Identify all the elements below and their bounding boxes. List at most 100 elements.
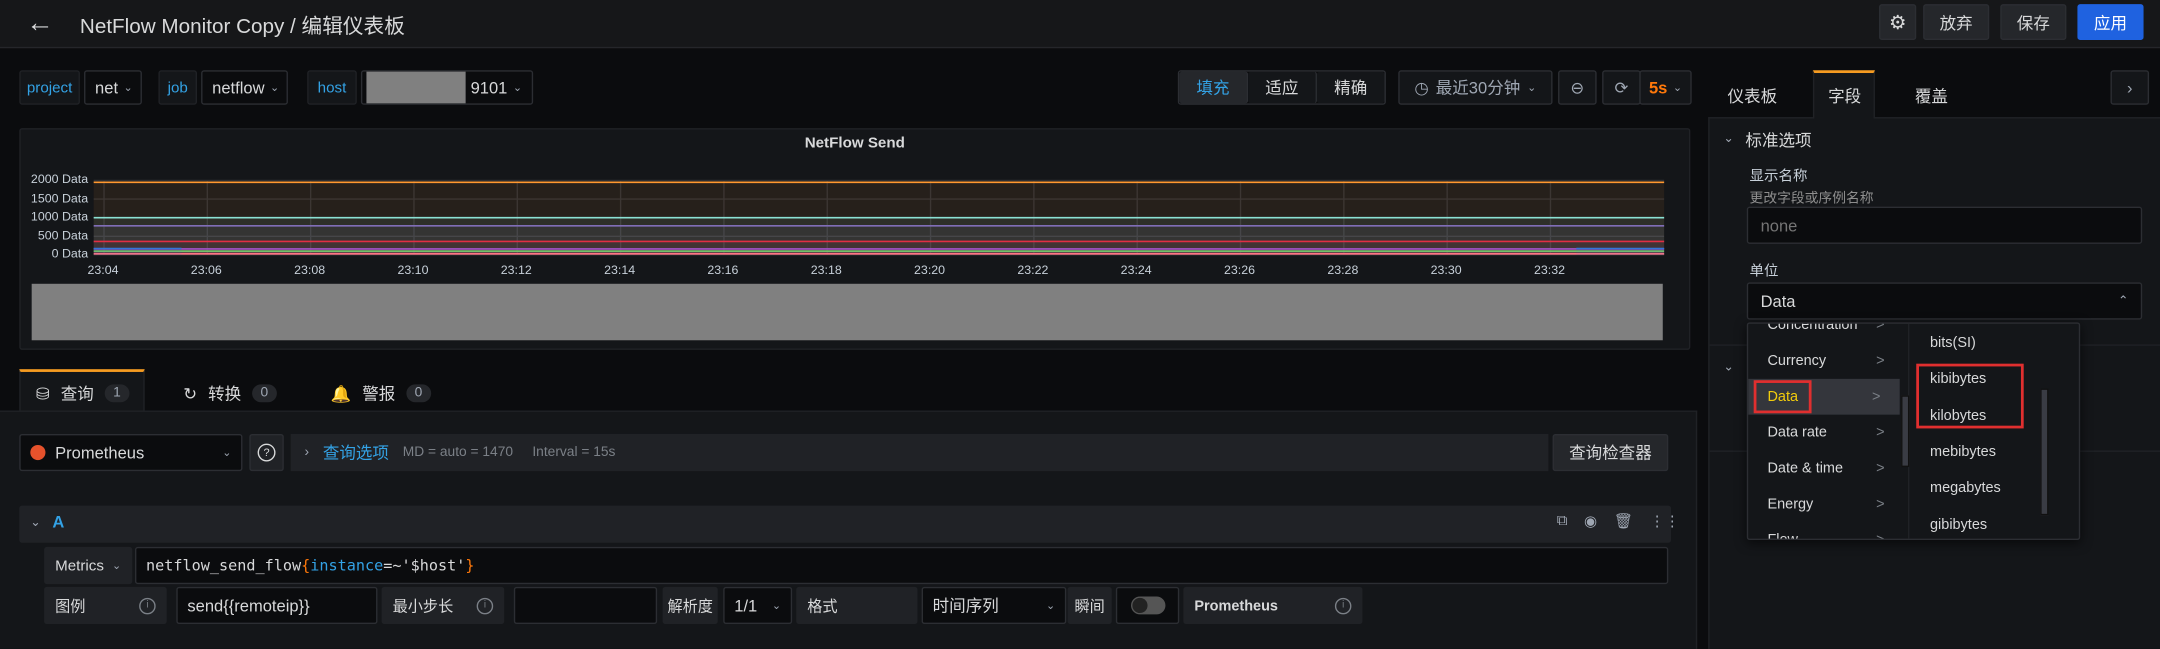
unit-category-item[interactable]: Date & time >: [1748, 450, 1904, 486]
metrics-label-text: Metrics: [55, 557, 104, 574]
chevron-down-icon: ⌄: [771, 599, 782, 612]
section-title[interactable]: 标准选项: [1745, 128, 1811, 151]
category-label: Concentration: [1767, 322, 1858, 334]
x-tick-label: 23:24: [1120, 263, 1152, 277]
info-icon[interactable]: i: [1334, 597, 1352, 614]
tab-label: 警报: [362, 384, 396, 404]
collapse-chevron-icon[interactable]: ⌄: [30, 515, 40, 530]
tab-overrides[interactable]: 覆盖: [1915, 84, 1948, 107]
tab-field[interactable]: 字段: [1828, 84, 1861, 107]
instant-toggle[interactable]: [1115, 586, 1180, 625]
drag-handle-icon[interactable]: ⋮⋮: [1650, 512, 1680, 531]
min-step-label: 最小步长 i: [381, 586, 505, 625]
x-tick-label: 23:32: [1533, 263, 1565, 277]
highlight-box-units: [1916, 363, 2024, 429]
chevron-down-icon: ⌄: [222, 446, 232, 459]
chevron-right-icon: >: [1871, 388, 1881, 406]
tab-transform[interactable]: ↻ 转换 0: [183, 382, 277, 405]
gear-icon: ⚙: [1888, 10, 1907, 33]
count-badge: 0: [406, 384, 431, 403]
unit-category-item[interactable]: Currency >: [1748, 343, 1904, 379]
tab-panel[interactable]: 仪表板: [1728, 84, 1778, 107]
resolution-select[interactable]: 1/1 ⌄: [723, 586, 793, 625]
trash-icon[interactable]: 🗑: [1614, 512, 1633, 531]
unit-option[interactable]: mebibytes: [1911, 434, 2035, 470]
expr-op: =~: [383, 556, 402, 575]
series-area: [1576, 248, 1665, 255]
resolution-value: 1/1: [734, 595, 758, 616]
expr-brace: {: [301, 556, 311, 575]
highlight-box-data: [1753, 380, 1812, 414]
datasource-badge: Prometheus i: [1183, 586, 1363, 625]
datasource-name: Prometheus: [55, 442, 145, 463]
redacted-legend: [31, 283, 1663, 341]
unit-category-item[interactable]: Data rate >: [1748, 415, 1904, 451]
display-name-description: 更改字段或序例名称: [1749, 191, 1874, 207]
apply-button[interactable]: 应用: [2077, 4, 2144, 40]
question-icon: ?: [257, 443, 276, 462]
chevron-right-icon: >: [1876, 424, 1885, 441]
resolution-label: 解析度: [662, 586, 718, 625]
display-name-input[interactable]: [1746, 206, 2143, 244]
x-tick-label: 23:22: [1017, 263, 1049, 277]
unit-option[interactable]: gibibytes: [1911, 506, 2035, 538]
x-tick-label: 23:28: [1327, 263, 1359, 277]
y-tick-label: 1500 Data: [30, 190, 89, 205]
legend-input[interactable]: send{{remoteip}}: [176, 586, 378, 625]
save-button[interactable]: 保存: [2000, 4, 2067, 40]
chevron-right-icon: >: [1876, 322, 1885, 334]
section-chevron-icon[interactable]: ⌄: [1723, 360, 1733, 375]
y-tick-label: 0 Data: [51, 246, 89, 261]
chevron-down-icon: ⌄: [1046, 599, 1056, 612]
unit-category-item[interactable]: Flow >: [1748, 522, 1904, 539]
eye-icon[interactable]: ◉: [1584, 512, 1597, 531]
discard-button[interactable]: 放弃: [1923, 4, 1990, 40]
query-row-header[interactable]: [19, 505, 1672, 543]
section-chevron-icon[interactable]: ⌄: [1723, 131, 1733, 146]
unit-dropdown: Concentration > Currency > Data > Data rate > Da…: [1746, 322, 2081, 541]
expr-metric: netflow_send_flow: [146, 556, 302, 575]
prometheus-logo-icon: [30, 444, 46, 461]
query-options-bar[interactable]: › 查询选项 MD = auto = 1470 Interval = 15s: [290, 433, 1549, 472]
chevron-right-icon: >: [1876, 532, 1884, 539]
x-tick-label: 23:16: [707, 263, 739, 277]
datasource-picker[interactable]: Prometheus ⌄: [19, 433, 243, 472]
duplicate-icon[interactable]: ⧉: [1557, 512, 1568, 530]
expr-value: '$host': [401, 556, 466, 575]
bell-icon: 🔔: [330, 383, 352, 403]
info-icon[interactable]: i: [476, 597, 494, 614]
metrics-label[interactable]: Metrics ⌄: [44, 546, 133, 585]
unit-select[interactable]: Data ⌃: [1746, 282, 2143, 320]
query-inspector-button[interactable]: 查询检查器: [1552, 433, 1669, 472]
unit-option[interactable]: megabytes: [1911, 470, 2035, 506]
query-options-link[interactable]: 查询选项: [323, 441, 389, 464]
category-label: Date & time: [1767, 460, 1844, 477]
format-select[interactable]: 时间序列 ⌄: [921, 586, 1067, 625]
unit-category-list: Concentration > Currency > Data > Data rate > Da…: [1748, 322, 1910, 539]
chevron-down-icon: ⌄: [111, 559, 122, 572]
chevron-right-icon: ›: [2127, 77, 2133, 98]
series-area: [93, 248, 182, 255]
count-badge: 1: [104, 384, 129, 403]
min-step-input[interactable]: [513, 586, 658, 625]
help-button[interactable]: ?: [249, 433, 284, 472]
chevron-right-icon: >: [1876, 495, 1885, 513]
unit-option[interactable]: bits(SI): [1911, 325, 2035, 361]
unit-category-item[interactable]: Concentration >: [1748, 322, 1904, 343]
x-tick-label: 23:18: [810, 263, 842, 277]
tab-alert[interactable]: 🔔 警报 0: [331, 382, 431, 405]
display-name-label: 显示名称: [1749, 168, 1808, 185]
category-scrollbar[interactable]: [1901, 395, 1910, 468]
collapse-pane-button[interactable]: ›: [2110, 70, 2150, 105]
toggle-knob: [1131, 597, 1147, 614]
unit-list: bits(SI) kibibytes kilobytes mebibytes megab…: [1911, 324, 2079, 539]
chevron-right-icon: >: [1876, 352, 1885, 370]
info-icon[interactable]: i: [139, 597, 156, 614]
legend-label: 图例 i: [44, 586, 167, 625]
tab-query[interactable]: ⛁ 查询 1: [36, 382, 129, 405]
settings-button[interactable]: ⚙: [1879, 4, 1917, 40]
unit-category-item[interactable]: Energy >: [1748, 486, 1904, 522]
category-label: Energy: [1767, 495, 1814, 513]
unit-scrollbar[interactable]: [2040, 388, 2049, 516]
metrics-query-input[interactable]: netflow_send_flow{instance =~ '$host'}: [135, 546, 1669, 585]
